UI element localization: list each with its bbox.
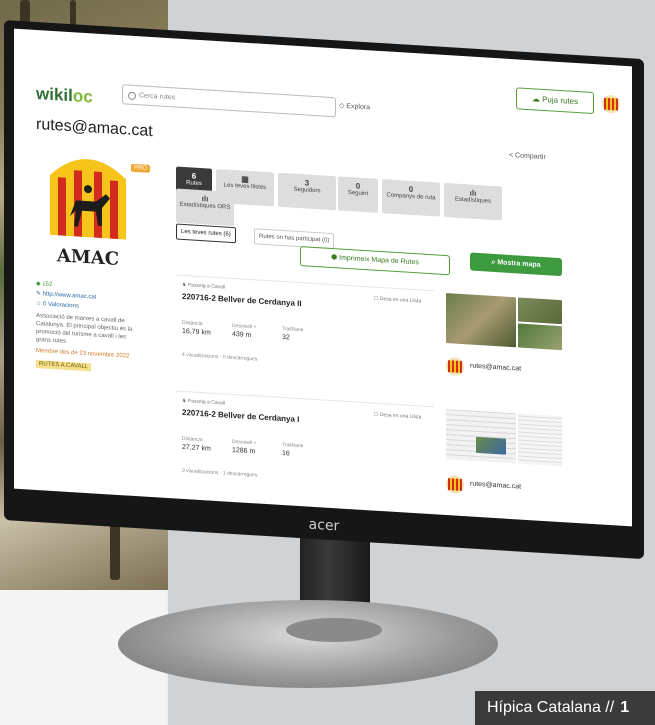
page-footer: Hípica Catalana //1	[475, 691, 655, 725]
user-avatar[interactable]	[602, 94, 620, 114]
profile-bio: Associació de marxes a cavall de Catalun…	[36, 312, 133, 345]
wikiloc-logo[interactable]: wikiloc	[36, 84, 93, 107]
route-card[interactable]: ♞ Passeig a Cavall 220716-2 Bellver de C…	[176, 390, 434, 504]
route-activity: ♞ Passeig a Cavall	[182, 397, 226, 407]
tab-following[interactable]: 0 Seguint	[338, 176, 378, 213]
profile-username: rutes@amac.cat	[36, 115, 153, 141]
upload-routes-button[interactable]: ☁ Puja rutes	[516, 87, 594, 115]
tab-statistics-ors[interactable]: ılı Estadístiques ORS	[176, 188, 234, 227]
amac-emblem: AMAC	[50, 159, 126, 270]
owner-avatar	[446, 357, 464, 377]
tab-followers[interactable]: 3 Seguidors	[278, 172, 336, 211]
show-map-button[interactable]: ⌕ Mostra mapa	[470, 252, 562, 277]
search-icon	[128, 91, 136, 101]
route-card[interactable]: ♞ Passeig a Cavall 220716-2 Bellver de C…	[176, 274, 434, 388]
route-elevation: Desnivell +1286 m	[232, 438, 257, 456]
subtab-participated[interactable]: Rutes on has participat (0)	[254, 228, 335, 250]
tab-companions[interactable]: 0 Companys de ruta	[382, 179, 440, 217]
screen: wikiloc Cerca rutes ◇ Explora ☁ Puja rut…	[14, 28, 632, 527]
save-to-list-button[interactable]: ☐ Desa en una Llista	[374, 296, 421, 305]
profile-stats: ◆ 152	[36, 280, 53, 288]
route-title[interactable]: 220716-2 Bellver de Cerdanya I	[182, 408, 299, 424]
route-photos[interactable]	[446, 293, 564, 351]
search-input[interactable]: Cerca rutes	[122, 84, 336, 118]
monitor: wikiloc Cerca rutes ◇ Explora ☁ Puja rut…	[4, 20, 644, 560]
save-to-list-button[interactable]: ☐ Desa en una Llista	[374, 412, 421, 421]
route-title[interactable]: 220716-2 Bellver de Cerdanya II	[182, 292, 302, 308]
route-photos[interactable]	[446, 409, 564, 467]
route-trailrank: TrailRank 32	[282, 326, 304, 342]
route-activity: ♞ Passeig a Cavall	[182, 281, 226, 291]
subtab-your-routes[interactable]: Les teves rutes (6)	[176, 223, 236, 244]
svg-text:AMAC: AMAC	[56, 245, 119, 270]
monitor-stand-socket	[286, 618, 382, 642]
print-map-button[interactable]: ⬢ Imprimeix Mapa de Rutes	[300, 246, 450, 276]
route-distance: Distància 16,79 km	[182, 319, 211, 337]
owner-avatar	[446, 475, 464, 495]
route-footer: 3 visualitzacions · 1 descàrregues	[182, 467, 258, 479]
tab-statistics[interactable]: ılı Estadístiques	[444, 182, 502, 221]
monitor-stand-base	[118, 600, 498, 688]
route-distance: Distància 27,27 km	[182, 435, 211, 453]
profile-website-link[interactable]: ✎ http://www.amac.cat	[36, 290, 96, 301]
share-button[interactable]: < Compartir	[509, 152, 546, 161]
explore-link[interactable]: ◇ Explora	[339, 101, 370, 111]
route-trailrank: TrailRank 16	[282, 442, 304, 458]
profile-extra-link[interactable]: ☆ 0 Valoracions	[36, 300, 79, 310]
member-since: Membre des de 23 novembre 2022	[36, 347, 130, 360]
route-footer: 4 visualitzacions · 0 descàrregues	[182, 351, 258, 363]
pro-badge: PRO	[131, 163, 151, 173]
profile-tag: RUTES A CAVALL	[36, 359, 92, 372]
route-elevation: Desnivell +439 m	[232, 322, 257, 340]
